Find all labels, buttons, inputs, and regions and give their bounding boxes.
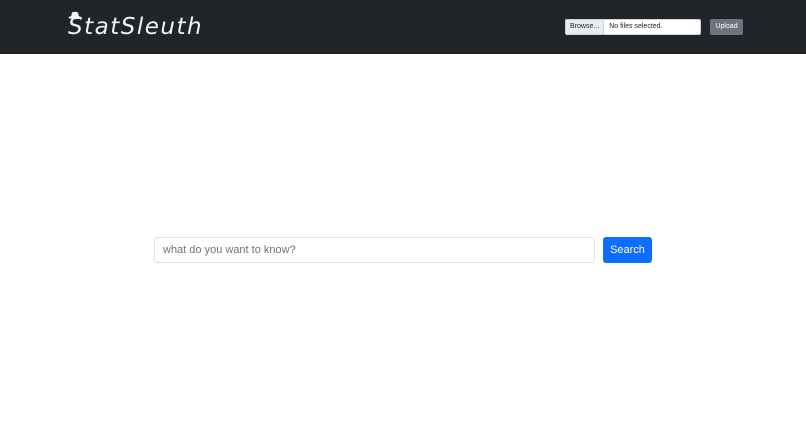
browse-button[interactable]: Browse...	[566, 20, 605, 34]
file-status-label: No files selected.	[609, 23, 663, 30]
top-navbar: StatSleuth Browse... No files selected. …	[0, 0, 806, 54]
search-button[interactable]: Search	[603, 237, 652, 263]
upload-button[interactable]: Upload	[710, 19, 743, 35]
detective-hat-icon	[68, 11, 82, 20]
search-input[interactable]	[154, 237, 595, 263]
file-input[interactable]: Browse... No files selected.	[565, 19, 701, 35]
brand-logo[interactable]: StatSleuth	[68, 10, 203, 44]
brand-name: StatSleuth	[68, 14, 204, 40]
